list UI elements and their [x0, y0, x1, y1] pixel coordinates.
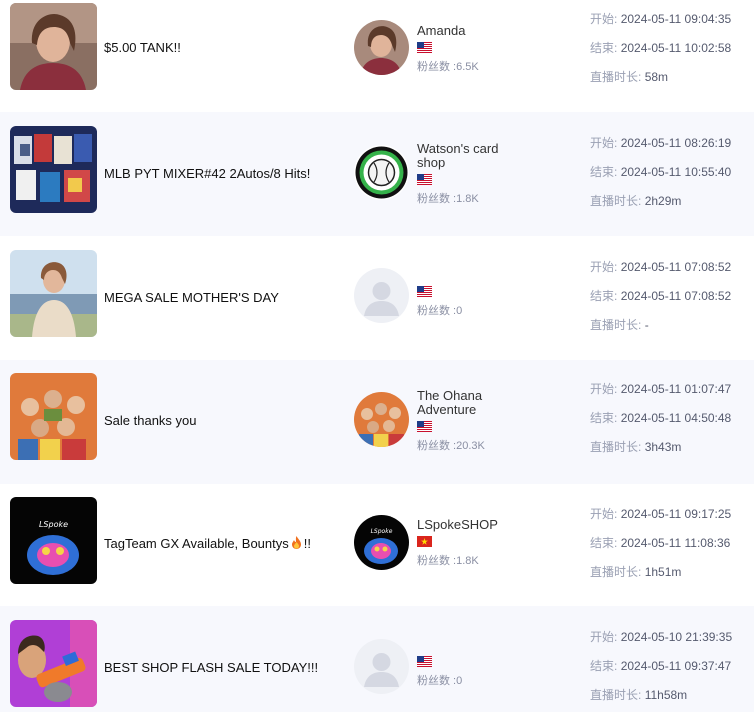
shop-info: Watson's card shop 粉丝数 :1.8K	[417, 142, 577, 206]
shop-name[interactable]: LSpokeSHOP	[417, 518, 577, 532]
session-stats: 开始: 2024-05-11 08:26:19 结束: 2024-05-11 1…	[590, 134, 731, 221]
start-time: 开始: 2024-05-11 09:04:35	[590, 12, 732, 26]
duration: 直播时长: 11h58m	[590, 688, 688, 702]
start-time: 开始: 2024-05-11 09:17:25	[590, 507, 732, 521]
duration: 直播时长: 58m	[590, 70, 669, 84]
duration: 直播时长: 3h43m	[590, 440, 682, 454]
stream-title[interactable]: MLB PYT MIXER#42 2Autos/8 Hits!	[104, 166, 310, 181]
stream-thumbnail[interactable]	[10, 373, 97, 460]
duration: 直播时长: 2h29m	[590, 194, 682, 208]
fans-count: 粉丝数 :1.8K	[417, 193, 479, 205]
fans-count: 粉丝数 :6.5K	[417, 61, 479, 73]
shop-info: Amanda 粉丝数 :6.5K	[417, 24, 577, 74]
us-flag-icon	[417, 421, 432, 432]
shop-avatar[interactable]: LSpoke	[354, 515, 409, 570]
shop-name[interactable]: Amanda	[417, 24, 577, 38]
shop-avatar[interactable]	[354, 392, 409, 447]
list-item[interactable]: MEGA SALE MOTHER'S DAY 粉丝数 :0 开始: 2024-0…	[0, 236, 754, 360]
shop-avatar-default[interactable]	[354, 268, 409, 323]
svg-text:LSpoke: LSpoke	[39, 520, 68, 529]
end-time: 结束: 2024-05-11 09:37:47	[590, 659, 732, 673]
start-time: 开始: 2024-05-11 08:26:19	[590, 136, 732, 150]
shop-avatar[interactable]	[354, 145, 409, 200]
vn-flag-icon	[417, 536, 432, 547]
session-stats: 开始: 2024-05-11 07:08:52 结束: 2024-05-11 0…	[590, 258, 731, 345]
stream-title[interactable]: Sale thanks you	[104, 413, 197, 428]
stream-thumbnail[interactable]	[10, 3, 97, 90]
stream-title[interactable]: TagTeam GX Available, Bountys!!	[104, 536, 311, 551]
session-stats: 开始: 2024-05-10 21:39:35 结束: 2024-05-11 0…	[590, 628, 732, 712]
end-time: 结束: 2024-05-11 07:08:52	[590, 289, 732, 303]
list-item[interactable]: Sale thanks you The Ohana Adventure 粉丝数 …	[0, 360, 754, 484]
end-time: 结束: 2024-05-11 10:02:58	[590, 41, 732, 55]
session-stats: 开始: 2024-05-11 09:04:35 结束: 2024-05-11 1…	[590, 10, 731, 97]
stream-title[interactable]: BEST SHOP FLASH SALE TODAY!!!	[104, 660, 318, 675]
fire-icon	[291, 536, 301, 549]
shop-info: The Ohana Adventure 粉丝数 :20.3K	[417, 389, 577, 453]
start-time: 开始: 2024-05-10 21:39:35	[590, 630, 733, 644]
session-stats: 开始: 2024-05-11 09:17:25 结束: 2024-05-11 1…	[590, 505, 731, 592]
start-time: 开始: 2024-05-11 07:08:52	[590, 260, 732, 274]
us-flag-icon	[417, 42, 432, 53]
duration: 直播时长: -	[590, 318, 649, 332]
fans-count: 粉丝数 :0	[417, 675, 463, 687]
shop-avatar[interactable]	[354, 20, 409, 75]
shop-name[interactable]: Watson's card shop	[417, 142, 513, 170]
list-item[interactable]: $5.00 TANK!! Amanda 粉丝数 :6.5K 开始: 2024-0…	[0, 0, 754, 112]
stream-thumbnail[interactable]	[10, 126, 97, 213]
shop-info: 粉丝数 :0	[417, 282, 577, 318]
stream-thumbnail[interactable]: LSpoke	[10, 497, 97, 584]
session-stats: 开始: 2024-05-11 01:07:47 结束: 2024-05-11 0…	[590, 380, 731, 467]
us-flag-icon	[417, 174, 432, 185]
stream-thumbnail[interactable]	[10, 620, 97, 707]
duration: 直播时长: 1h51m	[590, 565, 682, 579]
list-item[interactable]: MLB PYT MIXER#42 2Autos/8 Hits! Watson's…	[0, 112, 754, 236]
stream-thumbnail[interactable]	[10, 250, 97, 337]
live-session-list: $5.00 TANK!! Amanda 粉丝数 :6.5K 开始: 2024-0…	[0, 0, 754, 712]
svg-text:LSpoke: LSpoke	[371, 528, 393, 535]
start-time: 开始: 2024-05-11 01:07:47	[590, 382, 732, 396]
shop-name[interactable]: The Ohana Adventure	[417, 389, 497, 417]
shop-info: LSpokeSHOP 粉丝数 :1.8K	[417, 518, 577, 568]
end-time: 结束: 2024-05-11 11:08:36	[590, 536, 731, 550]
shop-avatar-default[interactable]	[354, 639, 409, 694]
end-time: 结束: 2024-05-11 04:50:48	[590, 411, 732, 425]
us-flag-icon	[417, 656, 432, 667]
end-time: 结束: 2024-05-11 10:55:40	[590, 165, 732, 179]
stream-title[interactable]: $5.00 TANK!!	[104, 40, 181, 55]
list-item[interactable]: BEST SHOP FLASH SALE TODAY!!! 粉丝数 :0 开始:…	[0, 606, 754, 712]
shop-info: 粉丝数 :0	[417, 652, 577, 688]
fans-count: 粉丝数 :0	[417, 305, 463, 317]
us-flag-icon	[417, 286, 432, 297]
stream-title[interactable]: MEGA SALE MOTHER'S DAY	[104, 290, 279, 305]
fans-count: 粉丝数 :1.8K	[417, 555, 479, 567]
fans-count: 粉丝数 :20.3K	[417, 440, 485, 452]
list-item[interactable]: LSpoke TagTeam GX Available, Bountys!! L…	[0, 484, 754, 608]
